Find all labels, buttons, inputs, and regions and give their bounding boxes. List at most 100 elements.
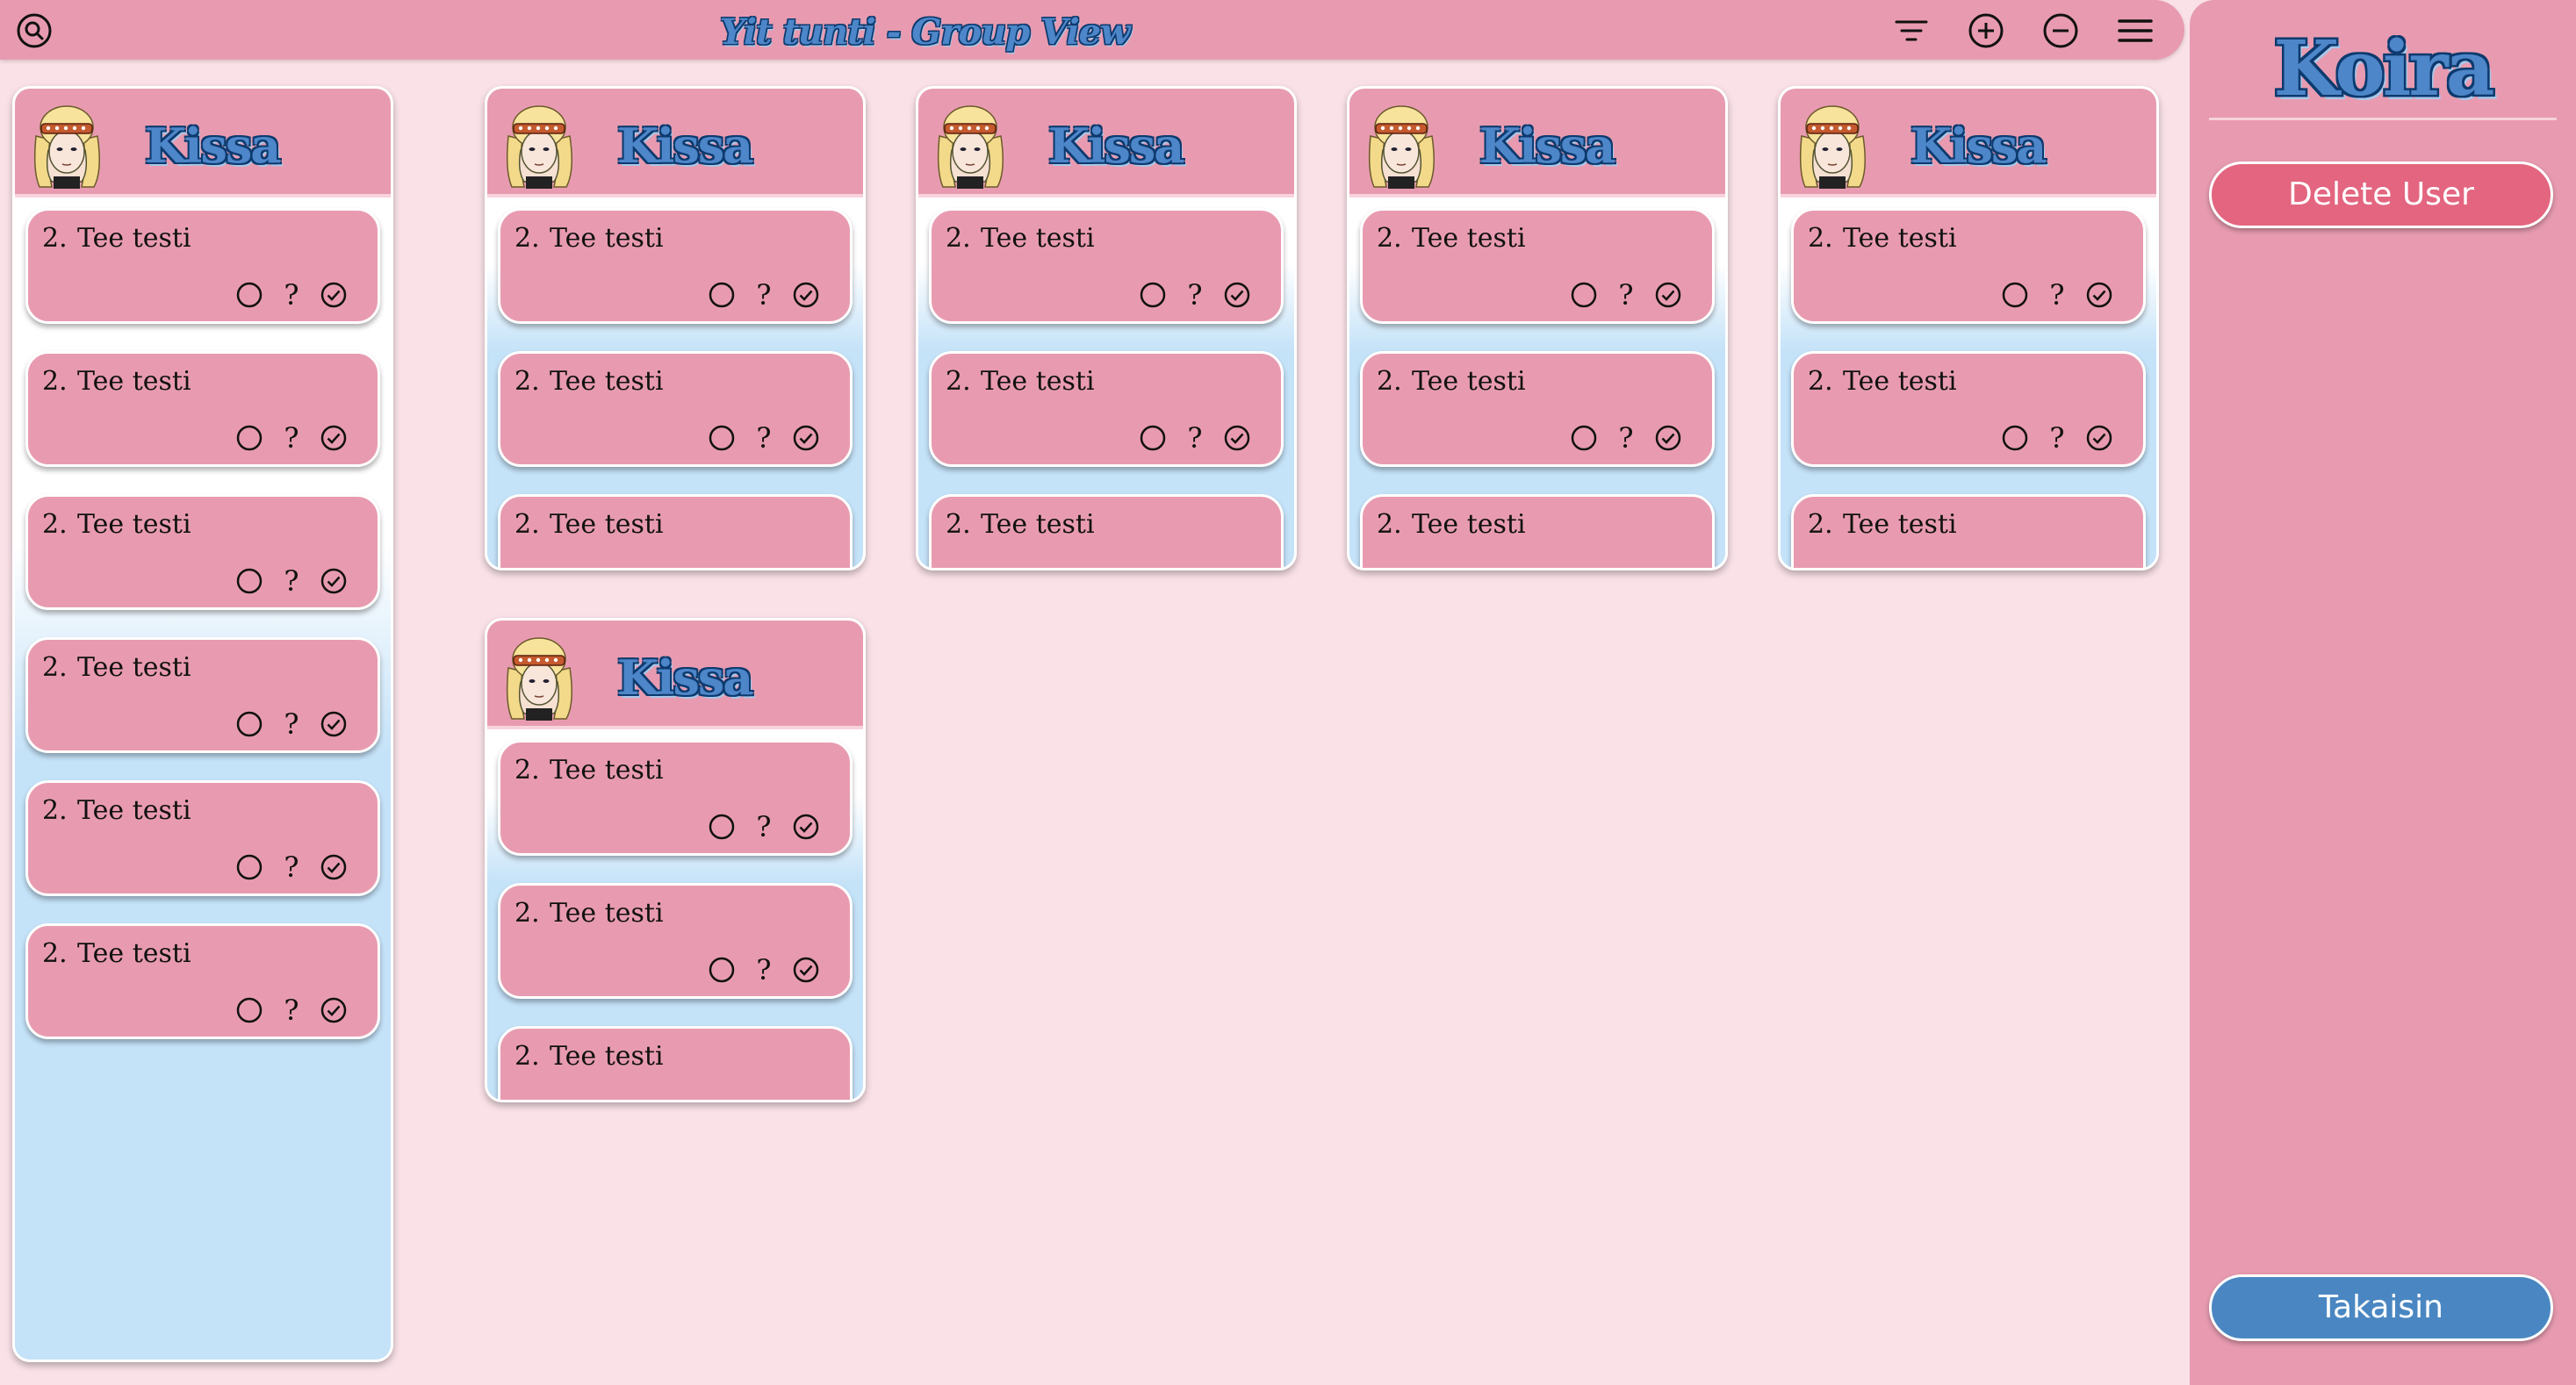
status-done-check-icon[interactable] (792, 567, 820, 568)
status-done-check-icon[interactable] (1223, 424, 1251, 452)
status-empty-circle-icon[interactable] (235, 567, 263, 595)
status-empty-circle-icon[interactable] (1570, 281, 1598, 309)
task-card[interactable]: 2. Tee testi ? (498, 494, 853, 568)
status-done-check-icon[interactable] (1223, 281, 1251, 309)
status-unsure-icon[interactable]: ? (1181, 278, 1209, 312)
status-done-check-icon[interactable] (792, 424, 820, 452)
column-header[interactable]: Kissa (1781, 89, 2156, 197)
task-title: Tee testi (77, 366, 191, 397)
task-card[interactable]: 2. Tee testi ? (498, 740, 853, 856)
task-card[interactable]: 2. Tee testi ? (498, 351, 853, 467)
task-card[interactable]: 2. Tee testi ? (25, 637, 380, 753)
status-done-check-icon[interactable] (1223, 567, 1251, 568)
task-card[interactable]: 2. Tee testi ? (25, 351, 380, 467)
status-unsure-icon[interactable]: ? (750, 810, 778, 843)
menu-icon[interactable] (2117, 12, 2154, 49)
status-empty-circle-icon[interactable] (1139, 281, 1167, 309)
status-unsure-icon[interactable]: ? (1612, 278, 1640, 312)
status-done-check-icon[interactable] (1654, 281, 1682, 309)
status-empty-circle-icon[interactable] (1570, 567, 1598, 568)
status-unsure-icon[interactable]: ? (1181, 421, 1209, 455)
status-empty-circle-icon[interactable] (235, 710, 263, 738)
status-unsure-icon[interactable]: ? (1181, 564, 1209, 568)
back-button[interactable]: Takaisin (2209, 1274, 2553, 1341)
task-card[interactable]: 2. Tee testi ? (1791, 494, 2146, 568)
status-unsure-icon[interactable]: ? (277, 707, 306, 741)
status-unsure-icon[interactable]: ? (2043, 421, 2071, 455)
task-card[interactable]: 2. Tee testi ? (25, 494, 380, 610)
status-empty-circle-icon[interactable] (2001, 424, 2029, 452)
status-empty-circle-icon[interactable] (235, 424, 263, 452)
task-card[interactable]: 2. Tee testi ? (1791, 208, 2146, 324)
status-unsure-icon[interactable]: ? (750, 278, 778, 312)
zoom-in-icon[interactable] (1968, 12, 2004, 49)
status-done-check-icon[interactable] (1654, 567, 1682, 568)
status-empty-circle-icon[interactable] (1139, 424, 1167, 452)
status-empty-circle-icon[interactable] (708, 281, 736, 309)
status-done-check-icon[interactable] (320, 996, 348, 1024)
status-empty-circle-icon[interactable] (708, 1099, 736, 1100)
task-card[interactable]: 2. Tee testi ? (929, 494, 1284, 568)
status-done-check-icon[interactable] (1654, 424, 1682, 452)
status-empty-circle-icon[interactable] (708, 567, 736, 568)
task-card[interactable]: 2. Tee testi ? (25, 208, 380, 324)
status-done-check-icon[interactable] (792, 281, 820, 309)
status-done-check-icon[interactable] (320, 424, 348, 452)
status-done-check-icon[interactable] (792, 813, 820, 841)
status-empty-circle-icon[interactable] (2001, 567, 2029, 568)
status-unsure-icon[interactable]: ? (277, 421, 306, 455)
task-card[interactable]: 2. Tee testi ? (25, 923, 380, 1039)
column-header[interactable]: Kissa (487, 89, 863, 197)
zoom-out-icon[interactable] (2042, 12, 2079, 49)
status-empty-circle-icon[interactable] (1570, 424, 1598, 452)
column-user-name: Kissa (1910, 118, 2047, 174)
status-done-check-icon[interactable] (792, 956, 820, 984)
status-empty-circle-icon[interactable] (235, 281, 263, 309)
status-unsure-icon[interactable]: ? (2043, 278, 2071, 312)
task-card[interactable]: 2. Tee testi ? (929, 351, 1284, 467)
task-card[interactable]: 2. Tee testi ? (25, 780, 380, 896)
task-card[interactable]: 2. Tee testi ? (498, 1026, 853, 1100)
task-card[interactable]: 2. Tee testi ? (498, 883, 853, 999)
status-done-check-icon[interactable] (320, 710, 348, 738)
status-unsure-icon[interactable]: ? (1612, 421, 1640, 455)
column-header[interactable]: Kissa (15, 89, 391, 197)
status-done-check-icon[interactable] (792, 1099, 820, 1100)
status-unsure-icon[interactable]: ? (277, 850, 306, 884)
delete-user-button[interactable]: Delete User (2209, 161, 2553, 228)
search-icon[interactable] (16, 12, 53, 49)
task-card[interactable]: 2. Tee testi ? (1360, 494, 1715, 568)
task-card[interactable]: 2. Tee testi ? (498, 208, 853, 324)
status-done-check-icon[interactable] (2085, 424, 2113, 452)
status-empty-circle-icon[interactable] (235, 996, 263, 1024)
status-empty-circle-icon[interactable] (235, 853, 263, 881)
status-done-check-icon[interactable] (2085, 281, 2113, 309)
task-card[interactable]: 2. Tee testi ? (929, 208, 1284, 324)
status-unsure-icon[interactable]: ? (2043, 564, 2071, 568)
status-unsure-icon[interactable]: ? (1612, 564, 1640, 568)
status-done-check-icon[interactable] (2085, 567, 2113, 568)
status-empty-circle-icon[interactable] (708, 813, 736, 841)
status-unsure-icon[interactable]: ? (750, 1096, 778, 1100)
task-card[interactable]: 2. Tee testi ? (1791, 351, 2146, 467)
status-unsure-icon[interactable]: ? (750, 564, 778, 568)
status-done-check-icon[interactable] (320, 567, 348, 595)
status-unsure-icon[interactable]: ? (277, 564, 306, 598)
task-title: Tee testi (1843, 366, 1957, 397)
status-empty-circle-icon[interactable] (708, 424, 736, 452)
column-header[interactable]: Kissa (1349, 89, 1725, 197)
status-unsure-icon[interactable]: ? (277, 994, 306, 1027)
status-empty-circle-icon[interactable] (2001, 281, 2029, 309)
status-unsure-icon[interactable]: ? (750, 953, 778, 987)
status-done-check-icon[interactable] (320, 281, 348, 309)
task-card[interactable]: 2. Tee testi ? (1360, 351, 1715, 467)
filter-icon[interactable] (1893, 12, 1930, 49)
task-card[interactable]: 2. Tee testi ? (1360, 208, 1715, 324)
status-empty-circle-icon[interactable] (1139, 567, 1167, 568)
status-unsure-icon[interactable]: ? (277, 278, 306, 312)
column-header[interactable]: Kissa (918, 89, 1294, 197)
status-empty-circle-icon[interactable] (708, 956, 736, 984)
status-done-check-icon[interactable] (320, 853, 348, 881)
column-header[interactable]: Kissa (487, 621, 863, 729)
status-unsure-icon[interactable]: ? (750, 421, 778, 455)
